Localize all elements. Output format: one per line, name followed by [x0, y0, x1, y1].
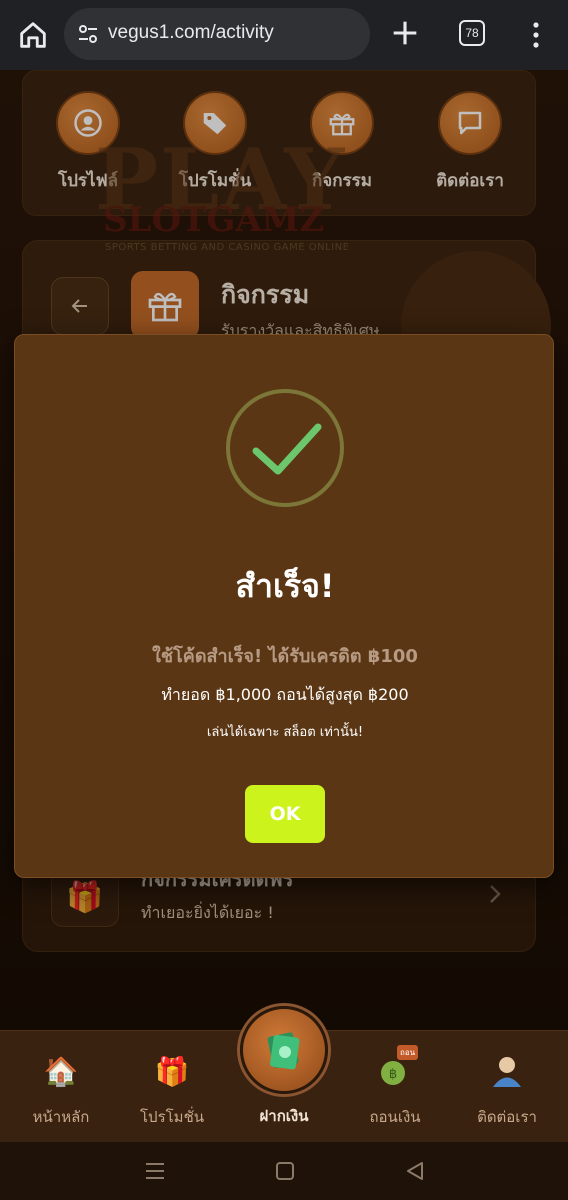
- tab-withdraw-label: ถอนเงิน: [369, 1108, 421, 1126]
- tab-promotion-label: โปรโมชั่น: [139, 1108, 204, 1126]
- tab-contact-label: ติดต่อเรา: [477, 1108, 537, 1126]
- deposit-button[interactable]: [240, 1006, 328, 1094]
- dialog-message-credit: ใช้โค้ดสำเร็จ! ได้รับเครดิต ฿100: [152, 646, 418, 667]
- ok-button[interactable]: OK: [245, 785, 325, 843]
- tab-home-label: หน้าหลัก: [32, 1108, 90, 1126]
- home-icon: 🏠: [43, 1054, 79, 1088]
- recent-apps-icon[interactable]: [142, 1158, 168, 1184]
- user-icon: [487, 1051, 527, 1091]
- success-ring: [226, 389, 344, 507]
- tab-count: 78: [465, 26, 479, 40]
- money-icon: [267, 1032, 300, 1070]
- home-icon[interactable]: [16, 18, 50, 52]
- svg-text:฿: ฿: [389, 1067, 397, 1082]
- tab-withdraw[interactable]: ฿ ถอน ถอนเงิน: [340, 1045, 450, 1129]
- deposit-label: ฝากเงิน: [259, 1107, 309, 1125]
- address-bar[interactable]: vegus1.com/activity: [64, 8, 370, 60]
- dialog-message-slot-only: เล่นได้เฉพาะ สล็อต เท่านั้น!: [206, 725, 364, 740]
- system-navigation-bar: [0, 1142, 568, 1200]
- home-button-icon[interactable]: [272, 1158, 298, 1184]
- gift-icon: 🎁: [154, 1054, 190, 1088]
- back-triangle-icon[interactable]: [402, 1158, 428, 1184]
- site-settings-icon[interactable]: [76, 22, 100, 46]
- browser-toolbar: vegus1.com/activity 78: [0, 0, 568, 70]
- success-dialog: สำเร็จ! ใช้โค้ดสำเร็จ! ได้รับเครดิต ฿100…: [14, 334, 554, 878]
- tab-contact[interactable]: ติดต่อเรา: [452, 1051, 562, 1129]
- tab-switcher-button[interactable]: 78: [459, 20, 485, 46]
- withdraw-icon: ฿ ถอน: [375, 1045, 419, 1091]
- overflow-menu-icon[interactable]: [524, 18, 548, 52]
- tab-promotion[interactable]: 🎁 โปรโมชั่น: [117, 1051, 227, 1129]
- withdraw-badge: ถอน: [397, 1045, 419, 1060]
- checkmark-icon: [252, 423, 322, 475]
- tab-home[interactable]: 🏠 หน้าหลัก: [6, 1051, 116, 1129]
- dialog-title: สำเร็จ!: [235, 567, 335, 605]
- new-tab-icon[interactable]: [388, 16, 422, 50]
- dialog-message-turnover: ทำยอด ฿1,000 ถอนได้สูงสุด ฿200: [161, 685, 409, 704]
- url-text: vegus1.com/activity: [108, 22, 274, 43]
